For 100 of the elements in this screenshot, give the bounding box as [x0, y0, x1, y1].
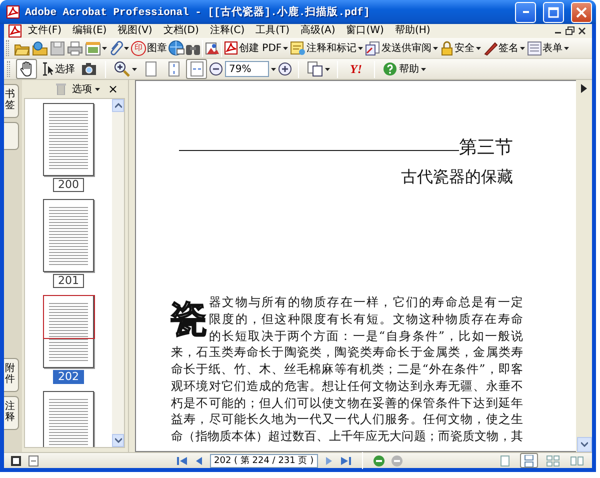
- page-number-field[interactable]: 202 ( 第 224 / 231 页 ): [210, 454, 318, 468]
- page-thumbnail[interactable]: [43, 391, 94, 447]
- side-tab[interactable]: 书签: [4, 84, 19, 118]
- hand-tool-button[interactable]: [16, 59, 37, 79]
- folder-globe-icon[interactable]: [32, 40, 48, 56]
- maximize-icon: [548, 6, 559, 18]
- close-panel-button[interactable]: ×: [106, 82, 120, 96]
- pdf-icon: [224, 41, 238, 55]
- caret-icon: [124, 46, 129, 50]
- question-icon: [383, 62, 397, 76]
- text-line: 益寿，尽可能长久地为一代又一代人们服务。任何文物，使之生: [171, 411, 523, 428]
- zoom-field[interactable]: 79%: [225, 61, 269, 77]
- yahoo-logo[interactable]: Y!: [344, 62, 368, 76]
- drop-cap-letter: 瓷: [171, 297, 208, 342]
- select-tool-button[interactable]: 选择: [39, 58, 76, 80]
- globe-mail-icon[interactable]: [168, 40, 185, 56]
- zoom-tool-button[interactable]: [112, 58, 138, 80]
- chevron-up-icon: [114, 103, 122, 108]
- lock-icon: [440, 40, 454, 56]
- text-line: 观环境对它们造成的危害。想让任何文物达到永寿无疆、永垂不: [171, 378, 523, 394]
- side-tab[interactable]: 附件: [4, 358, 19, 392]
- send-review-button[interactable]: 发送供审阅: [364, 38, 439, 58]
- chevron-down-icon: [580, 442, 588, 447]
- chapter-title: 古代瓷器的保藏: [400, 167, 513, 188]
- pages-arrow-icon: [364, 40, 381, 56]
- scroll-up-button[interactable]: [112, 99, 124, 112]
- signature-button[interactable]: 签名: [482, 38, 526, 58]
- page-thumbnail[interactable]: [43, 103, 94, 176]
- page-thumbnail[interactable]: [43, 295, 94, 368]
- close-icon[interactable]: [576, 26, 588, 36]
- pages-icon: [307, 61, 323, 77]
- menu-item[interactable]: 帮助(H): [388, 24, 436, 38]
- text-line: 来，石玉类寿命长于陶瓷类，陶瓷类寿命长于金属类，金属类寿: [171, 344, 523, 361]
- menu-item[interactable]: 文件(F): [22, 24, 67, 38]
- text-line: 命（指物质本体）超过数百、上千年应无大问题；而瓷质文物，其: [171, 428, 523, 445]
- page-number-label[interactable]: 201: [53, 274, 84, 288]
- save-icon[interactable]: [50, 40, 65, 56]
- first-page-icon[interactable]: [176, 454, 188, 466]
- options-menu[interactable]: 选项: [72, 82, 100, 96]
- security-button[interactable]: 安全: [438, 38, 482, 58]
- app-logo-icon: [6, 5, 20, 19]
- rotate-pages-button[interactable]: [305, 58, 331, 80]
- zoom-out-icon[interactable]: [209, 62, 223, 76]
- page-icon[interactable]: [28, 454, 39, 466]
- menu-item[interactable]: 注释(C): [204, 24, 250, 38]
- maximize-button[interactable]: [543, 2, 564, 22]
- caret-icon: [358, 46, 363, 50]
- comment-markup-button[interactable]: 注释和标记: [288, 38, 364, 58]
- chevron-down-icon: [114, 438, 122, 443]
- last-page-icon[interactable]: [340, 454, 352, 466]
- caret-icon: [520, 46, 525, 50]
- caret-icon: [432, 46, 438, 50]
- text-line: 的长短取决于两个方面：一是“自身条件”，比如一般说: [209, 328, 523, 344]
- color-palette-icon[interactable]: [204, 40, 220, 56]
- caret-icon: [282, 46, 288, 50]
- scroll-down-button[interactable]: [112, 434, 124, 447]
- close-icon: [576, 6, 587, 18]
- film-icon[interactable]: [10, 454, 22, 466]
- caret-icon: [421, 68, 426, 70]
- close-button[interactable]: [571, 2, 592, 22]
- side-tab[interactable]: 注释: [4, 396, 19, 430]
- zoom-in-icon[interactable]: [278, 62, 292, 76]
- page-number-label[interactable]: 202: [53, 370, 84, 384]
- paperclip-icon: [109, 40, 123, 56]
- magnifier-plus-icon: [114, 61, 130, 77]
- pen-icon: [482, 40, 498, 56]
- minimize-icon: [522, 11, 528, 13]
- text-line: 命长于纸、竹、木、丝毛棉麻等有机类；二是“外在条件”，即客: [171, 361, 523, 378]
- menu-item[interactable]: 视图(V): [112, 24, 158, 38]
- restore-icon[interactable]: [564, 26, 576, 36]
- create-pdf-button[interactable]: 创建 PDF: [223, 38, 289, 58]
- menu-item[interactable]: 高级(A): [294, 24, 340, 38]
- forms-button[interactable]: 表单: [526, 38, 570, 58]
- minimize-button[interactable]: [515, 2, 536, 22]
- help-button[interactable]: 帮助: [381, 58, 427, 80]
- text-cursor-icon: [41, 61, 53, 77]
- page-number-label[interactable]: 200: [53, 178, 84, 192]
- menu-item[interactable]: 文档(D): [157, 24, 204, 38]
- text-line: 限度的，但这种限度有长有短。文物这种物质存在寿命: [209, 310, 523, 328]
- note-icon: [290, 40, 306, 56]
- previous-page-icon[interactable]: [194, 454, 204, 466]
- caret-icon: [94, 88, 100, 90]
- page-thumbnail[interactable]: [43, 199, 94, 272]
- menu-item[interactable]: 编辑(E): [66, 24, 112, 38]
- image-stack-icon: [85, 40, 101, 56]
- printer-icon[interactable]: [67, 40, 83, 56]
- expand-arrow-icon[interactable]: [581, 84, 587, 93]
- document-icon: [8, 24, 22, 38]
- menu-item[interactable]: 工具(T): [250, 24, 295, 38]
- caret-icon: [564, 46, 569, 50]
- text-line: 器文物与所有的物质存在一样，它们的寿命总是有一定: [209, 294, 523, 311]
- stamp-button[interactable]: 印 图章: [130, 38, 168, 58]
- caret-icon: [476, 46, 481, 50]
- menu-item[interactable]: 窗口(W): [340, 24, 389, 38]
- caret-icon: [325, 68, 330, 70]
- view-area-frame[interactable]: [43, 295, 95, 339]
- back-view-icon[interactable]: [372, 454, 385, 466]
- scroll-down-button[interactable]: [576, 437, 592, 452]
- text-line: 朽是不可能的；但人们可以使文物在妥善的保管条件下达到延年: [171, 394, 523, 412]
- continuous-button[interactable]: [520, 453, 538, 468]
